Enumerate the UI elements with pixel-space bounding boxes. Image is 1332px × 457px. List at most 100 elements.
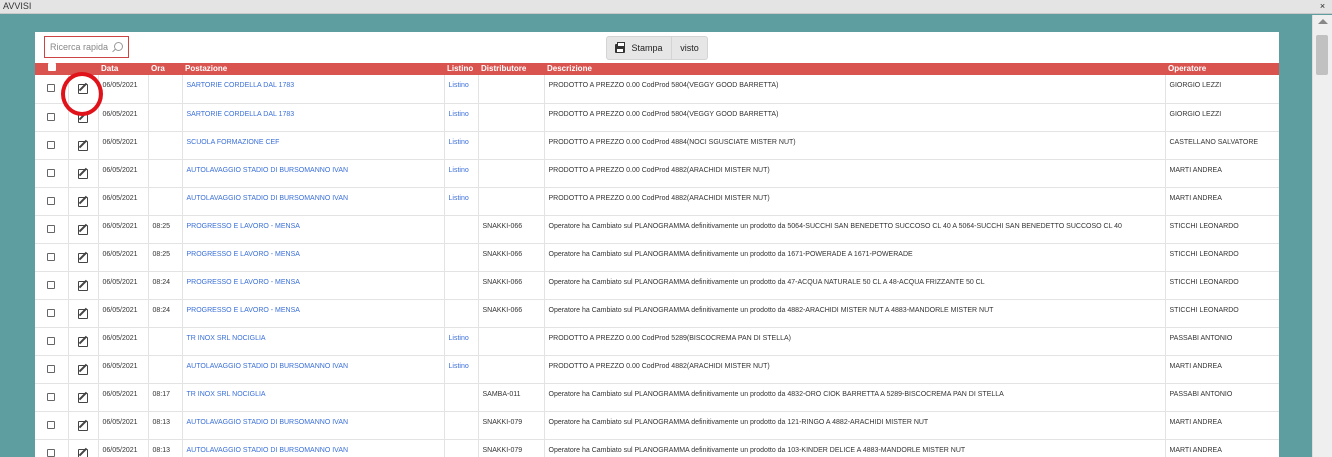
cell-postazione-link[interactable]: SARTORIE CORDELLA DAL 1783 [182, 75, 445, 104]
row-checkbox[interactable] [47, 252, 56, 261]
cell-descrizione: Operatore ha Cambiato sul PLANOGRAMMA de… [544, 215, 1166, 244]
cell-postazione-link[interactable]: AUTOLAVAGGIO STADIO DI BURSOMANNO IVAN [182, 411, 445, 440]
cell-listino-link[interactable] [444, 215, 479, 244]
cell-operatore: GIORGIO LEZZI [1165, 75, 1279, 104]
edit-icon[interactable] [78, 420, 88, 431]
table-row[interactable]: 06/05/2021 08:24 PROGRESSO E LAVORO - MENS… [35, 271, 1279, 300]
table-row[interactable]: 06/05/2021 TR INOX SRL NOCIGLIA Listino PRO… [35, 327, 1279, 356]
mark-seen-button[interactable]: visto [672, 36, 708, 60]
row-select-cell [35, 271, 69, 300]
edit-icon[interactable] [78, 364, 88, 375]
table-row[interactable]: 06/05/2021 AUTOLAVAGGIO STADIO DI BURSOMA… [35, 355, 1279, 384]
search-input[interactable] [45, 37, 111, 57]
table-row[interactable]: 06/05/2021 AUTOLAVAGGIO STADIO DI BURSOMA… [35, 187, 1279, 216]
row-checkbox[interactable] [47, 280, 56, 289]
row-checkbox[interactable] [47, 364, 56, 373]
column-header-data[interactable]: Data [98, 63, 148, 75]
column-header-operatore[interactable]: Operatore [1165, 63, 1279, 75]
table-row[interactable]: 06/05/2021 08:24 PROGRESSO E LAVORO - MENS… [35, 299, 1279, 328]
cell-listino-link[interactable] [444, 243, 479, 272]
row-checkbox[interactable] [47, 392, 56, 401]
cell-postazione-link[interactable]: TR INOX SRL NOCIGLIA [182, 383, 445, 412]
table-row[interactable]: 06/05/2021 08:25 PROGRESSO E LAVORO - MENS… [35, 215, 1279, 244]
cell-ora [148, 327, 183, 356]
cell-operatore: STICCHI LEONARDO [1165, 299, 1279, 328]
edit-icon[interactable] [78, 392, 88, 403]
table-row[interactable]: 06/05/2021 SARTORIE CORDELLA DAL 1783 List… [35, 75, 1279, 104]
cell-listino-link[interactable]: Listino [444, 103, 479, 132]
cell-postazione-link[interactable]: SARTORIE CORDELLA DAL 1783 [182, 103, 445, 132]
cell-postazione-link[interactable]: TR INOX SRL NOCIGLIA [182, 327, 445, 356]
close-icon[interactable]: × [1317, 1, 1328, 12]
cell-ora [148, 131, 183, 160]
row-checkbox[interactable] [47, 112, 56, 121]
cell-postazione-link[interactable]: PROGRESSO E LAVORO - MENSA [182, 215, 445, 244]
cell-descrizione: PRODOTTO A PREZZO 0.00 CodProd 4882(ARAC… [544, 159, 1166, 188]
cell-postazione-link[interactable]: PROGRESSO E LAVORO - MENSA [182, 299, 445, 328]
table-row[interactable]: 06/05/2021 AUTOLAVAGGIO STADIO DI BURSOMA… [35, 159, 1279, 188]
cell-listino-link[interactable]: Listino [444, 187, 479, 216]
cell-postazione-link[interactable]: PROGRESSO E LAVORO - MENSA [182, 271, 445, 300]
edit-icon[interactable] [78, 196, 88, 207]
cell-operatore: MARTI ANDREA [1165, 159, 1279, 188]
cell-listino-link[interactable]: Listino [444, 131, 479, 160]
edit-icon[interactable] [78, 140, 88, 151]
row-checkbox[interactable] [47, 420, 56, 429]
edit-icon[interactable] [78, 280, 88, 291]
column-header-ora[interactable]: Ora [148, 63, 182, 75]
row-checkbox[interactable] [47, 308, 56, 317]
search-icon[interactable] [114, 42, 123, 51]
row-checkbox[interactable] [47, 168, 56, 177]
scroll-up-icon[interactable] [1318, 19, 1328, 24]
table-row[interactable]: 06/05/2021 SCUOLA FORMAZIONE CEF Listino PR… [35, 131, 1279, 160]
column-header-listino[interactable]: Listino [444, 63, 478, 75]
row-checkbox[interactable] [47, 448, 56, 457]
cell-postazione-link[interactable]: AUTOLAVAGGIO STADIO DI BURSOMANNO IVAN [182, 439, 445, 457]
row-checkbox[interactable] [47, 140, 56, 149]
row-checkbox[interactable] [47, 196, 56, 205]
column-header-distributore[interactable]: Distributore [478, 63, 544, 75]
cell-data: 06/05/2021 [98, 159, 149, 188]
table-row[interactable]: 06/05/2021 08:13 AUTOLAVAGGIO STADIO DI BU… [35, 411, 1279, 440]
column-header-descrizione[interactable]: Descrizione [544, 63, 1165, 75]
cell-listino-link[interactable]: Listino [444, 159, 479, 188]
edit-icon[interactable] [78, 252, 88, 263]
cell-listino-link[interactable]: Listino [444, 327, 479, 356]
cell-postazione-link[interactable]: AUTOLAVAGGIO STADIO DI BURSOMANNO IVAN [182, 187, 445, 216]
edit-icon[interactable] [78, 224, 88, 235]
vertical-scrollbar[interactable] [1312, 15, 1332, 457]
cell-listino-link[interactable]: Listino [444, 355, 479, 384]
edit-icon[interactable] [78, 308, 88, 319]
print-button[interactable]: Stampa [606, 36, 672, 60]
cell-postazione-link[interactable]: AUTOLAVAGGIO STADIO DI BURSOMANNO IVAN [182, 355, 445, 384]
row-select-cell [35, 103, 69, 132]
row-select-cell [35, 355, 69, 384]
row-checkbox[interactable] [47, 336, 56, 345]
row-checkbox[interactable] [47, 84, 56, 92]
edit-icon[interactable] [78, 448, 88, 457]
cell-postazione-link[interactable]: SCUOLA FORMAZIONE CEF [182, 131, 445, 160]
cell-ora: 08:24 [148, 299, 183, 328]
row-checkbox[interactable] [47, 224, 56, 233]
table-row[interactable]: 06/05/2021 08:17 TR INOX SRL NOCIGLIA SAMBA… [35, 383, 1279, 412]
cell-operatore: PASSABI ANTONIO [1165, 383, 1279, 412]
column-header-postazione[interactable]: Postazione [182, 63, 444, 75]
table-row[interactable]: 06/05/2021 08:25 PROGRESSO E LAVORO - MENS… [35, 243, 1279, 272]
select-all-checkbox[interactable] [47, 63, 56, 71]
edit-icon[interactable] [78, 112, 88, 123]
cell-postazione-link[interactable]: PROGRESSO E LAVORO - MENSA [182, 243, 445, 272]
cell-postazione-link[interactable]: AUTOLAVAGGIO STADIO DI BURSOMANNO IVAN [182, 159, 445, 188]
edit-icon[interactable] [78, 84, 88, 94]
edit-icon[interactable] [78, 168, 88, 179]
cell-listino-link[interactable] [444, 383, 479, 412]
cell-listino-link[interactable]: Listino [444, 75, 479, 104]
cell-listino-link[interactable] [444, 411, 479, 440]
cell-listino-link[interactable] [444, 271, 479, 300]
edit-icon[interactable] [78, 336, 88, 347]
scrollbar-thumb[interactable] [1316, 35, 1328, 75]
table-row[interactable]: 06/05/2021 08:13 AUTOLAVAGGIO STADIO DI BU… [35, 439, 1279, 457]
table-row[interactable]: 06/05/2021 SARTORIE CORDELLA DAL 1783 List… [35, 103, 1279, 132]
edit-column-header [68, 63, 98, 75]
cell-listino-link[interactable] [444, 299, 479, 328]
cell-listino-link[interactable] [444, 439, 479, 457]
